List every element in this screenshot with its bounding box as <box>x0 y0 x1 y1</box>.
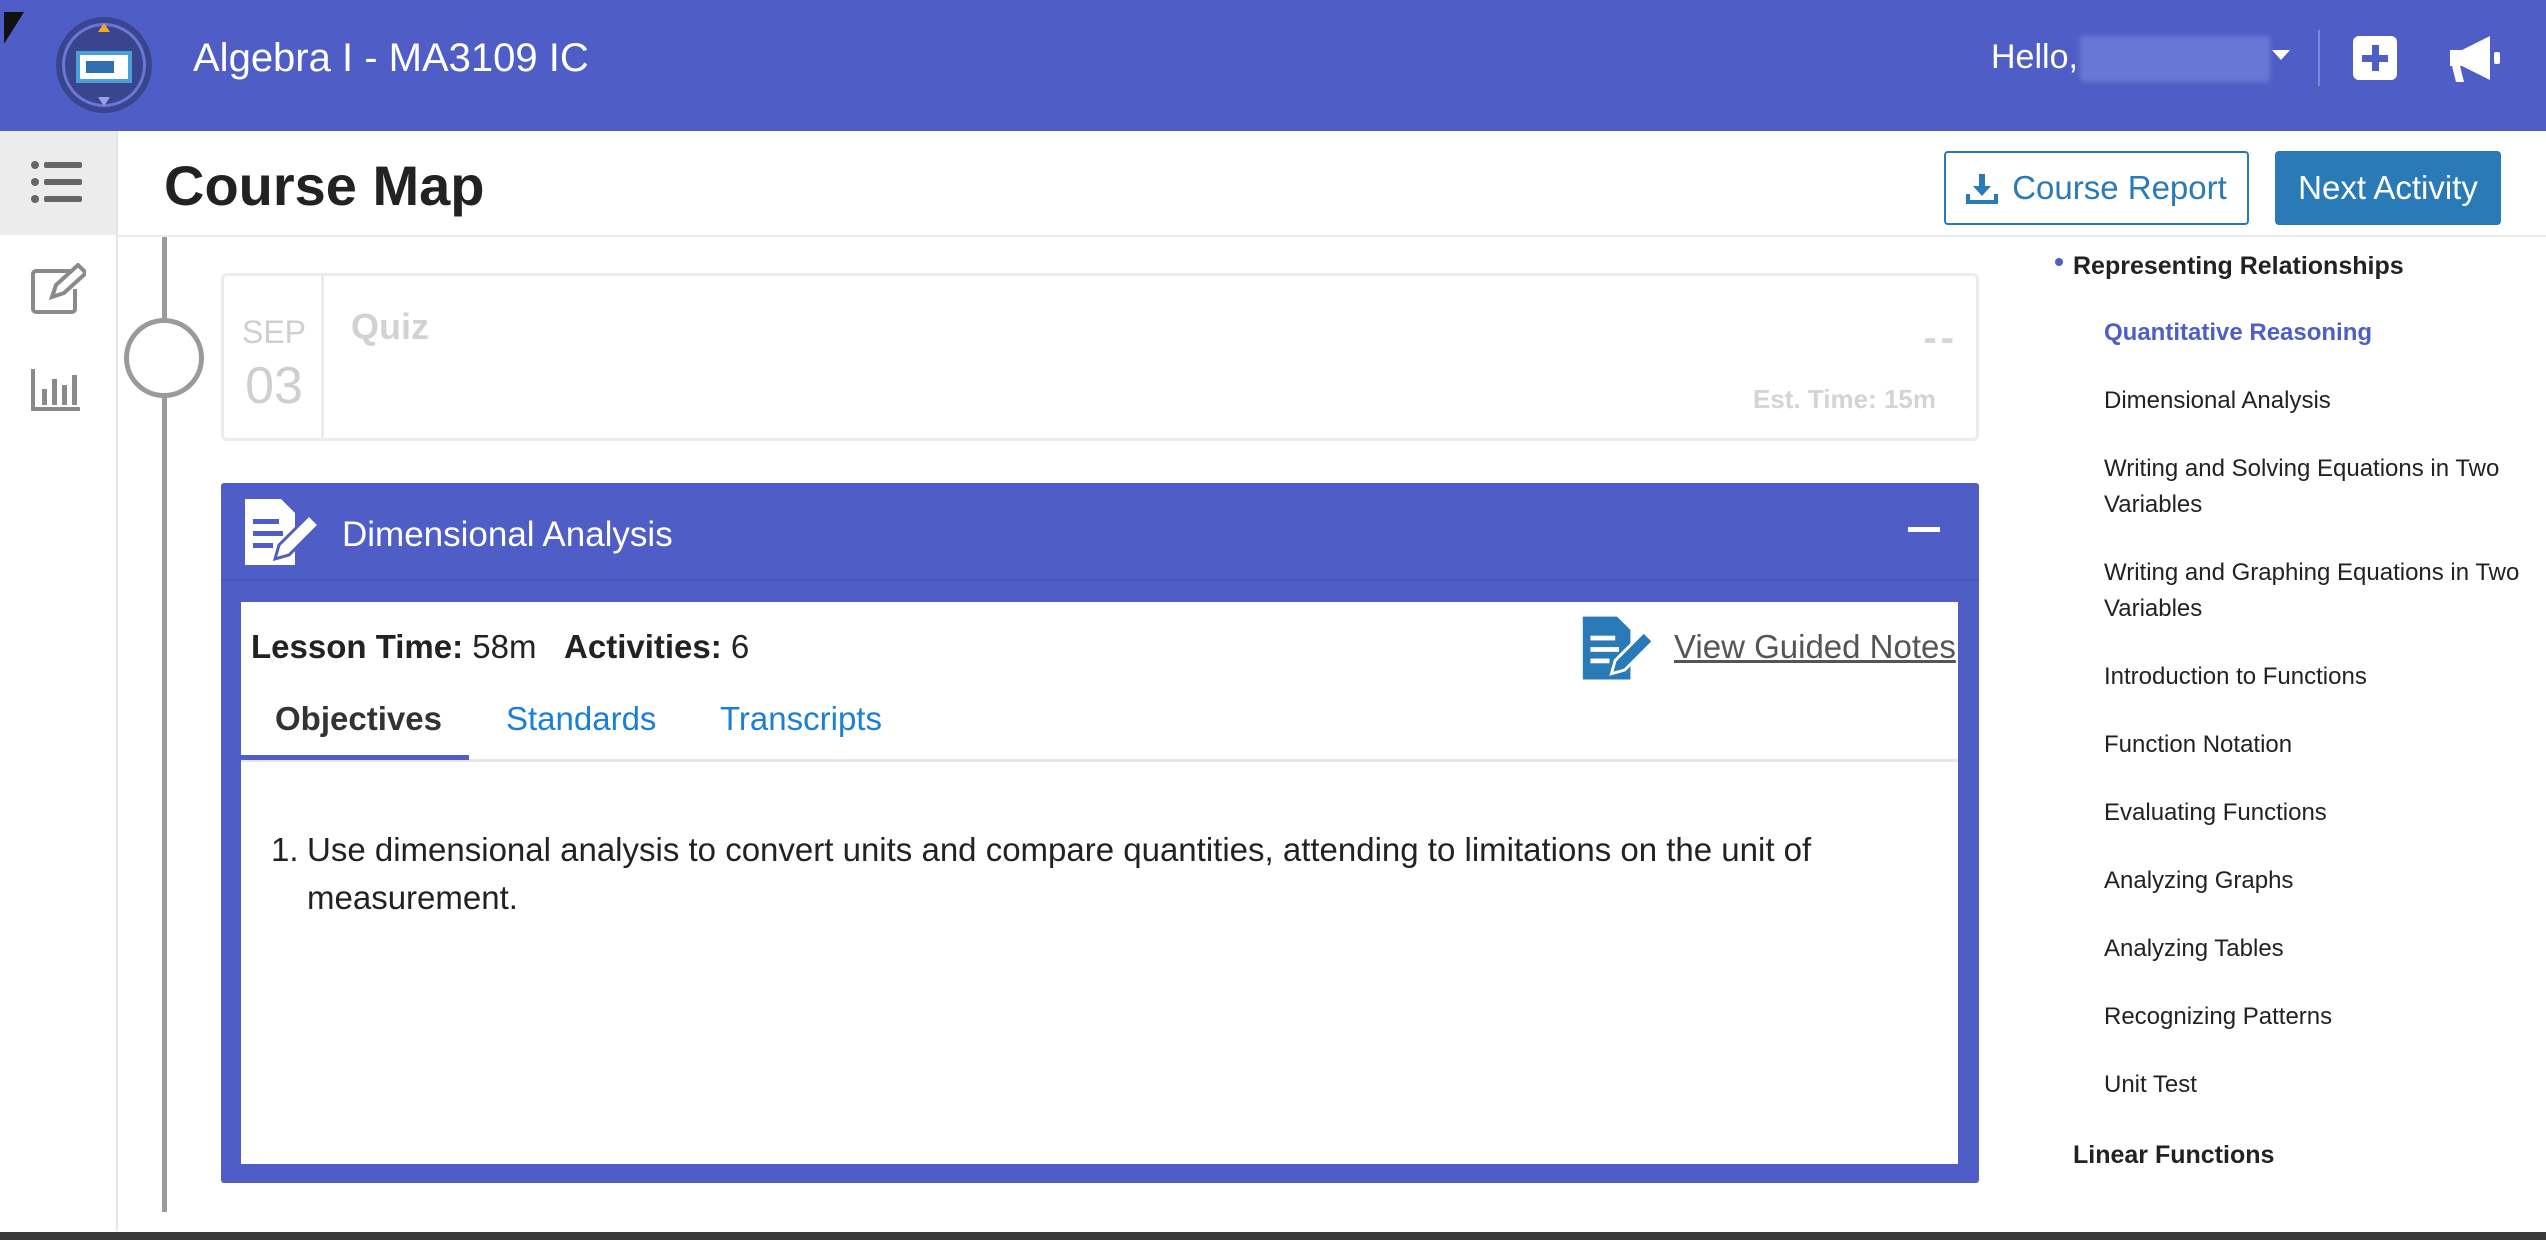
list-icon <box>31 161 82 203</box>
outline-item[interactable]: Writing and Graphing Equations in Two Va… <box>2104 555 2544 627</box>
course-report-label: Course Report <box>2012 169 2227 206</box>
outline-item[interactable]: Recognizing Patterns <box>2104 999 2544 1035</box>
active-tab-indicator <box>241 755 469 760</box>
outline-item[interactable]: Function Notation <box>2104 727 2544 763</box>
outline-item[interactable]: Unit Test <box>2104 1067 2544 1103</box>
outline-item[interactable]: Writing and Solving Equations in Two Var… <box>2104 451 2544 523</box>
outline-item[interactable]: Quantitative Reasoning <box>2104 315 2544 351</box>
quiz-day: 03 <box>245 357 303 415</box>
edit-icon <box>31 263 86 314</box>
megaphone-icon[interactable] <box>2446 32 2504 84</box>
objective-text: Use dimensional analysis to convert unit… <box>307 831 1812 916</box>
current-unit-bullet <box>2055 258 2063 266</box>
bottom-edge <box>0 1232 2546 1240</box>
course-title: Algebra I - MA3109 IC <box>193 36 589 80</box>
collapse-icon[interactable] <box>1908 527 1940 532</box>
activities-value: 6 <box>730 628 750 665</box>
outline-item[interactable]: Analyzing Tables <box>2104 931 2544 967</box>
caret-down-icon[interactable] <box>2272 50 2290 60</box>
tab-objectives[interactable]: Objectives <box>275 700 442 738</box>
greeting: Hello, <box>1991 38 2078 76</box>
tab-standards[interactable]: Standards <box>506 700 656 738</box>
mouse-cursor-icon <box>4 12 24 44</box>
objective-item: 1. Use dimensional analysis to convert u… <box>271 826 1891 922</box>
lesson-meta: Lesson Time: 58m Activities: 6 <box>251 628 749 666</box>
course-report-button[interactable]: Course Report <box>1944 151 2249 225</box>
tab-transcripts[interactable]: Transcripts <box>720 700 882 738</box>
lesson-body: Lesson Time: 58m Activities: 6 View Guid… <box>241 602 1958 1164</box>
quiz-date: SEP 03 <box>224 276 324 438</box>
outline-item[interactable]: Introduction to Functions <box>2104 659 2544 695</box>
user-menu[interactable] <box>2080 36 2270 82</box>
objectives-list: 1. Use dimensional analysis to convert u… <box>271 826 1891 922</box>
bar-chart-icon <box>31 369 80 411</box>
quiz-card[interactable]: SEP 03 Quiz -- Est. Time: 15m <box>221 273 1979 441</box>
view-guided-notes-link[interactable]: View Guided Notes <box>1674 628 1956 666</box>
outline-unit[interactable]: Representing Relationships <box>2073 252 2404 281</box>
lesson-panel: Dimensional Analysis Lesson Time: 58m Ac… <box>221 483 1979 1183</box>
outline-next-unit[interactable]: Linear Functions <box>2073 1141 2274 1170</box>
lesson-tabs: Objectives Standards Transcripts <box>241 680 1958 762</box>
rail-assignments[interactable] <box>0 235 116 339</box>
outline-item[interactable]: Dimensional Analysis <box>2104 383 2544 419</box>
lesson-time-value: 58m <box>472 628 537 665</box>
outline-item[interactable]: Evaluating Functions <box>2104 795 2544 831</box>
header-divider-line <box>118 235 2546 237</box>
header-divider <box>2318 30 2320 86</box>
guided-notes-icon <box>245 499 322 565</box>
timeline-node <box>124 318 204 398</box>
quiz-month: SEP <box>241 314 307 350</box>
plus-square-icon[interactable] <box>2353 36 2397 80</box>
outline-item[interactable]: Analyzing Graphs <box>2104 863 2544 899</box>
lesson-header-separator <box>221 579 1979 581</box>
objective-number: 1. <box>271 831 299 868</box>
left-rail <box>0 131 118 1231</box>
lesson-time-label: Lesson Time: <box>251 628 464 665</box>
top-bar: Algebra I - MA3109 IC Hello, <box>0 0 2546 131</box>
quiz-score: -- <box>1923 316 1958 360</box>
guided-notes-icon[interactable] <box>1579 612 1659 686</box>
rail-course-map[interactable] <box>0 131 116 235</box>
page-title: Course Map <box>164 154 485 217</box>
download-icon <box>1966 174 1999 204</box>
quiz-title: Quiz <box>351 306 429 347</box>
rail-reports[interactable] <box>0 339 116 443</box>
activities-label: Activities: <box>564 628 722 665</box>
lesson-title: Dimensional Analysis <box>342 515 673 554</box>
course-logo-icon[interactable] <box>56 17 152 113</box>
next-activity-button[interactable]: Next Activity <box>2275 151 2501 225</box>
quiz-est-time: Est. Time: 15m <box>1752 384 1936 414</box>
